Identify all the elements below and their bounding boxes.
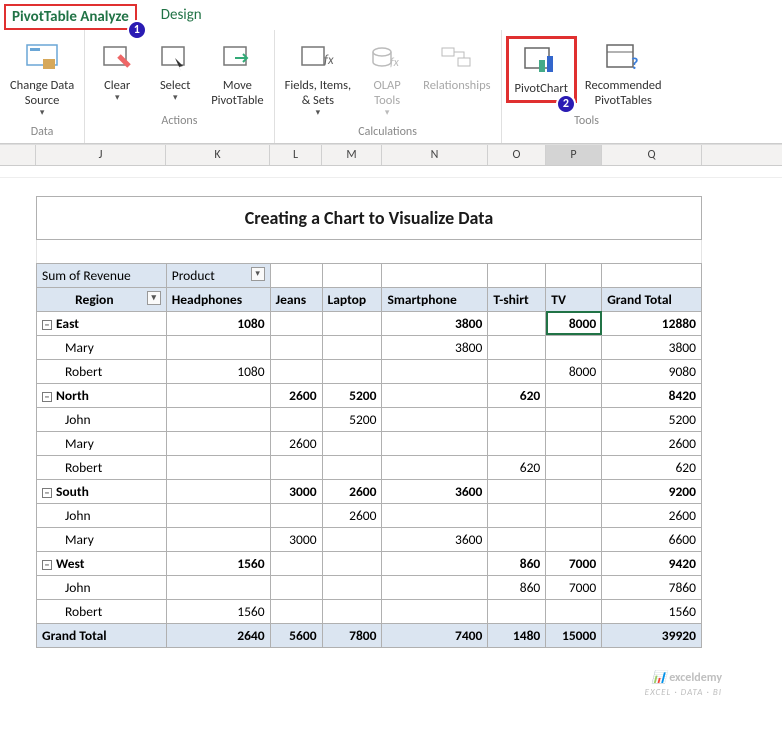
column-headers: J K L M N O P Q xyxy=(0,144,782,166)
collapse-icon[interactable]: − xyxy=(42,560,52,570)
table-row: −West156086070009420 xyxy=(37,551,702,575)
fields-items-sets-button[interactable]: fx Fields, Items, & Sets▾ xyxy=(279,36,358,123)
fields-icon: fx xyxy=(299,40,337,76)
btn-label: PivotChart xyxy=(515,81,568,96)
table-row: Robert620620 xyxy=(37,455,702,479)
dropdown-icon[interactable]: ▾ xyxy=(251,267,265,281)
olap-tools-button: fx OLAP Tools▾ xyxy=(359,36,415,123)
group-label: Actions xyxy=(161,114,197,130)
chevron-down-icon: ▾ xyxy=(385,108,390,119)
recommended-pivottables-button[interactable]: ? Recommended PivotTables xyxy=(579,36,668,112)
table-row: Mary38003800 xyxy=(37,335,702,359)
group-tools: PivotChart 2 ? Recommended PivotTables T… xyxy=(502,30,672,143)
region-field-header[interactable]: Region▾ xyxy=(37,287,167,311)
btn-label: Move PivotTable xyxy=(211,78,263,108)
dropdown-icon[interactable]: ▾ xyxy=(147,291,161,305)
ribbon-tabs: PivotTable Analyze 1 Design xyxy=(0,0,782,30)
product-field-header[interactable]: Product▾ xyxy=(166,263,270,287)
page-title: Creating a Chart to Visualize Data xyxy=(36,196,702,240)
col-head-q[interactable]: Q xyxy=(602,145,702,165)
collapse-icon[interactable]: − xyxy=(42,392,52,402)
collapse-icon[interactable]: − xyxy=(42,488,52,498)
tab-label: PivotTable Analyze xyxy=(12,8,129,26)
btn-label: Select xyxy=(160,78,191,93)
col-head-m[interactable]: M xyxy=(322,145,382,165)
table-row: John86070007860 xyxy=(37,575,702,599)
pivotchart-button[interactable]: PivotChart 2 xyxy=(506,36,577,103)
region-east[interactable]: −East xyxy=(37,311,167,335)
clear-icon xyxy=(98,40,136,76)
table-row: −South3000260036009200 xyxy=(37,479,702,503)
ribbon: Change Data Source ▾ Data Clear▾ Select▾… xyxy=(0,30,782,144)
region-west[interactable]: −West xyxy=(37,551,167,575)
btn-label: Relationships xyxy=(423,78,490,93)
relationships-icon xyxy=(438,40,476,76)
sum-of-revenue-label: Sum of Revenue xyxy=(37,263,167,287)
col-head-p[interactable]: P xyxy=(546,145,602,165)
table-row: −North260052006208420 xyxy=(37,383,702,407)
annotation-marker-2: 2 xyxy=(556,94,576,114)
btn-label: Clear xyxy=(104,78,130,93)
relationships-button: Relationships xyxy=(417,36,496,97)
col-head-l[interactable]: L xyxy=(270,145,322,165)
btn-label: OLAP Tools xyxy=(374,78,401,108)
btn-label: Change Data Source xyxy=(10,78,74,108)
tab-pivottable-analyze[interactable]: PivotTable Analyze 1 xyxy=(4,4,137,30)
clear-button[interactable]: Clear▾ xyxy=(89,36,145,108)
table-row: John26002600 xyxy=(37,503,702,527)
group-calculations: fx Fields, Items, & Sets▾ fx OLAP Tools▾… xyxy=(275,30,502,143)
svg-text:fx: fx xyxy=(324,53,334,68)
btn-label: Fields, Items, & Sets xyxy=(285,78,352,108)
grand-total-row: Grand Total26405600780074001480150003992… xyxy=(37,623,702,647)
sheet-area: Creating a Chart to Visualize Data Sum o… xyxy=(0,178,782,658)
table-row: Sum of Revenue Product▾ xyxy=(37,263,702,287)
region-south[interactable]: −South xyxy=(37,479,167,503)
svg-text:fx: fx xyxy=(390,56,400,70)
btn-label: Recommended PivotTables xyxy=(585,78,662,108)
group-label: Data xyxy=(31,125,54,141)
chevron-down-icon: ▾ xyxy=(173,93,178,104)
region-north[interactable]: −North xyxy=(37,383,167,407)
table-row: Robert15601560 xyxy=(37,599,702,623)
change-data-icon xyxy=(23,40,61,76)
chevron-down-icon: ▾ xyxy=(316,108,321,119)
table-row: −East10803800800012880 xyxy=(37,311,702,335)
change-data-source-button[interactable]: Change Data Source ▾ xyxy=(4,36,80,123)
chevron-down-icon: ▾ xyxy=(115,93,120,104)
move-icon xyxy=(218,40,256,76)
olap-icon: fx xyxy=(368,40,406,76)
table-row: Mary300036006600 xyxy=(37,527,702,551)
recommended-icon: ? xyxy=(604,40,642,76)
pivotchart-icon xyxy=(522,43,560,79)
table-row: Region▾ Headphones Jeans Laptop Smartpho… xyxy=(37,287,702,311)
col-head-blank[interactable] xyxy=(0,145,36,165)
group-actions: Clear▾ Select▾ Move PivotTable Actions xyxy=(85,30,274,143)
col-head-j[interactable]: J xyxy=(36,145,166,165)
select-icon xyxy=(156,40,194,76)
group-label: Calculations xyxy=(358,125,417,141)
tab-design[interactable]: Design xyxy=(155,4,208,30)
svg-text:?: ? xyxy=(631,55,638,73)
select-button[interactable]: Select▾ xyxy=(147,36,203,108)
col-head-k[interactable]: K xyxy=(166,145,270,165)
col-head-o[interactable]: O xyxy=(488,145,546,165)
col-head-n[interactable]: N xyxy=(382,145,488,165)
group-label: Tools xyxy=(574,114,599,130)
group-data: Change Data Source ▾ Data xyxy=(0,30,85,143)
selected-cell[interactable]: 8000 xyxy=(546,311,602,335)
watermark: 📊 exceldemyEXCEL · DATA · BI xyxy=(0,658,782,699)
table-row: Mary26002600 xyxy=(37,431,702,455)
chevron-down-icon: ▾ xyxy=(40,108,45,119)
move-pivottable-button[interactable]: Move PivotTable xyxy=(205,36,269,112)
pivot-table[interactable]: Sum of Revenue Product▾ Region▾ Headphon… xyxy=(36,263,702,648)
table-row: John52005200 xyxy=(37,407,702,431)
table-row: Robert108080009080 xyxy=(37,359,702,383)
collapse-icon[interactable]: − xyxy=(42,320,52,330)
